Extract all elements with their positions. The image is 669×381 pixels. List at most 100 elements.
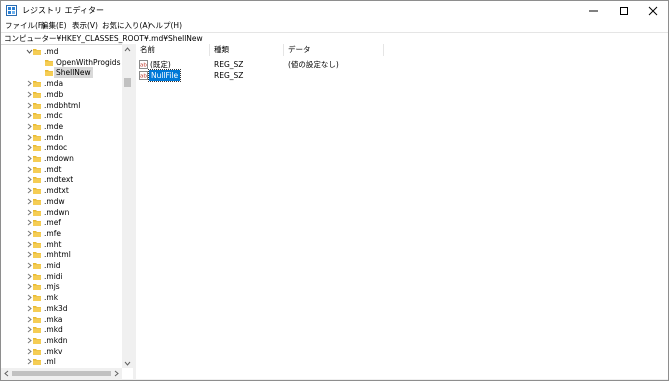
tree-key[interactable]: .midi — [1, 271, 122, 282]
chevron-right-icon[interactable] — [25, 174, 33, 185]
folder-icon — [33, 327, 41, 334]
scroll-down-icon[interactable] — [124, 360, 131, 367]
scroll-up-icon[interactable] — [124, 46, 131, 53]
tree-key[interactable]: .ml — [1, 356, 122, 367]
title-bar[interactable]: レジストリ エディター — [1, 1, 668, 20]
tree-key[interactable]: .mkdn — [1, 335, 122, 346]
tree-key[interactable]: .mdw — [1, 196, 122, 207]
close-button[interactable] — [638, 1, 668, 20]
chevron-right-icon[interactable] — [25, 303, 33, 314]
values-list: 名前 種類 データ ab (既定) REG_SZ (値の設定なし) ab Nul… — [136, 44, 668, 379]
chevron-right-icon[interactable] — [25, 217, 33, 228]
value-row[interactable]: ab (既定) REG_SZ (値の設定なし) — [136, 59, 668, 70]
folder-icon — [33, 198, 41, 205]
tree-key[interactable]: .mdc — [1, 110, 122, 121]
svg-text:ab: ab — [140, 74, 147, 80]
scroll-left-icon[interactable] — [3, 370, 10, 377]
chevron-right-icon[interactable] — [25, 153, 33, 164]
chevron-right-icon[interactable] — [25, 196, 33, 207]
chevron-right-icon[interactable] — [25, 228, 33, 239]
tree-child-key[interactable]: ShellNew — [1, 67, 122, 79]
chevron-right-icon[interactable] — [25, 335, 33, 346]
tree-horizontal-scrollbar[interactable] — [1, 368, 122, 379]
tree-key-label: .mdtext — [44, 175, 74, 185]
menu-view[interactable]: 表示(V) — [72, 21, 98, 31]
tree-key[interactable]: .mdn — [1, 132, 122, 143]
tree-key-label: .mdn — [44, 132, 64, 142]
tree-key[interactable]: .mkd — [1, 324, 122, 335]
tree-key[interactable]: .mdtext — [1, 174, 122, 185]
chevron-right-icon[interactable] — [25, 100, 33, 111]
tree-vertical-scrollbar[interactable] — [122, 44, 133, 368]
tree-key[interactable]: .mk3d — [1, 303, 122, 314]
chevron-down-icon[interactable] — [25, 46, 33, 57]
tree-scroll-thumb[interactable] — [124, 78, 131, 87]
chevron-right-icon[interactable] — [25, 292, 33, 303]
value-row[interactable]: ab NullFile REG_SZ — [136, 69, 668, 82]
tree-key[interactable]: .mht — [1, 239, 122, 250]
folder-icon — [33, 220, 41, 227]
address-path[interactable]: コンピューター¥HKEY_CLASSES_ROOT¥.md¥ShellNew — [4, 34, 203, 44]
tree-key[interactable]: .mdb — [1, 89, 122, 100]
chevron-right-icon[interactable] — [25, 185, 33, 196]
value-name-selected[interactable]: NullFile — [147, 69, 182, 82]
tree-key[interactable]: .mdbhtml — [1, 100, 122, 111]
menu-help[interactable]: ヘルプ(H) — [148, 21, 182, 31]
tree-child-key[interactable]: OpenWithProgids — [1, 57, 122, 68]
chevron-right-icon[interactable] — [25, 281, 33, 292]
chevron-right-icon[interactable] — [25, 239, 33, 250]
chevron-right-icon[interactable] — [25, 356, 33, 367]
tree-key-label: .mjs — [44, 282, 60, 292]
tree-key[interactable]: .mid — [1, 260, 122, 271]
chevron-right-icon[interactable] — [25, 110, 33, 121]
chevron-right-icon[interactable] — [25, 314, 33, 325]
chevron-right-icon[interactable] — [25, 271, 33, 282]
chevron-right-icon[interactable] — [25, 132, 33, 143]
column-header-type[interactable]: 種類 — [210, 44, 284, 56]
folder-icon — [33, 230, 41, 237]
column-header-name[interactable]: 名前 — [136, 44, 210, 56]
tree-key[interactable]: .mjs — [1, 281, 122, 292]
tree-key[interactable]: .mk — [1, 292, 122, 303]
tree-key[interactable]: .mdwn — [1, 207, 122, 218]
tree-key[interactable]: .mef — [1, 217, 122, 228]
tree-key[interactable]: .mdtxt — [1, 185, 122, 196]
tree-key-label: .midi — [44, 271, 63, 281]
tree-key[interactable]: .mdown — [1, 153, 122, 164]
chevron-right-icon[interactable] — [25, 89, 33, 100]
chevron-right-icon[interactable] — [25, 324, 33, 335]
chevron-right-icon[interactable] — [25, 260, 33, 271]
tree-key-label: .mde — [44, 121, 64, 131]
scroll-right-icon[interactable] — [113, 370, 120, 377]
tree-key-label: .mdown — [44, 154, 74, 163]
chevron-right-icon[interactable] — [25, 142, 33, 153]
folder-icon — [33, 113, 41, 120]
maximize-button[interactable] — [609, 1, 639, 20]
tree-key[interactable]: .mfe — [1, 228, 122, 239]
tree-key[interactable]: .mkv — [1, 346, 122, 357]
tree-key[interactable]: .mka — [1, 314, 122, 325]
tree-key-label: .mdw — [44, 196, 65, 206]
chevron-right-icon[interactable] — [25, 164, 33, 175]
chevron-right-icon[interactable] — [25, 121, 33, 132]
minimize-button[interactable] — [579, 1, 609, 20]
tree-key-label: .mhtml — [44, 250, 71, 260]
folder-icon — [33, 263, 41, 269]
tree-key[interactable]: .mhtml — [1, 249, 122, 260]
menu-edit[interactable]: 編集(E) — [41, 21, 67, 31]
chevron-right-icon[interactable] — [25, 78, 33, 89]
tree-hscroll-thumb[interactable] — [12, 371, 111, 376]
tree-key[interactable]: .mda — [1, 78, 122, 89]
tree-key-label: .mdwn — [44, 207, 70, 217]
tree-key[interactable]: .mdoc — [1, 142, 122, 153]
chevron-right-icon[interactable] — [25, 207, 33, 218]
value-type: REG_SZ — [214, 71, 244, 80]
menu-file[interactable]: ファイル(F) — [5, 21, 45, 31]
chevron-right-icon[interactable] — [25, 249, 33, 260]
chevron-right-icon[interactable] — [25, 346, 33, 357]
tree-key[interactable]: .md — [1, 46, 122, 57]
tree-key[interactable]: .mdt — [1, 164, 122, 175]
menu-favorites[interactable]: お気に入り(A) — [102, 21, 150, 31]
column-header-data[interactable]: データ — [284, 44, 384, 56]
tree-key[interactable]: .mde — [1, 121, 122, 132]
